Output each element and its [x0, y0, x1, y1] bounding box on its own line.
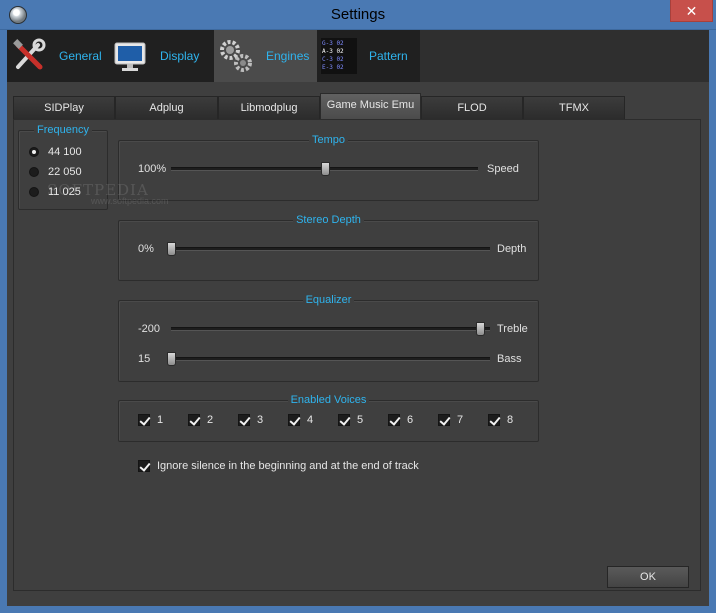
checkbox[interactable]: [138, 414, 150, 426]
voice-3-checkbox[interactable]: 3: [238, 414, 263, 426]
stereo-depth-title-text: Stereo Depth: [293, 214, 364, 226]
frequency-option-11025[interactable]: 11 025: [29, 186, 81, 198]
stereo-depth-group: Stereo Depth 0% Depth: [118, 214, 539, 281]
voice-1-checkbox[interactable]: 1: [138, 414, 163, 426]
tempo-group: Tempo 100% Speed: [118, 134, 539, 201]
stereo-depth-min-label: 0%: [138, 243, 154, 255]
voice-2-checkbox[interactable]: 2: [188, 414, 213, 426]
bass-label: Bass: [497, 353, 522, 365]
gears-icon: [220, 40, 252, 72]
voice-label: 8: [507, 414, 514, 426]
main-tab-display-label: Display: [160, 49, 200, 63]
stereo-depth-title: Stereo Depth: [119, 213, 538, 227]
voice-label: 6: [407, 414, 414, 426]
stereo-depth-label: Depth: [497, 243, 527, 255]
main-tab-display[interactable]: Display: [108, 30, 214, 82]
radio-label: 22 050: [48, 166, 82, 178]
tab-sidplay[interactable]: SIDPlay: [13, 96, 115, 119]
enabled-voices-title-text: Enabled Voices: [287, 394, 370, 406]
checkbox[interactable]: [138, 460, 150, 472]
engine-tab-bar: SIDPlay Adplug Libmodplug Game Music Emu…: [13, 93, 713, 120]
main-tab-pattern-label: Pattern: [369, 49, 408, 63]
pattern-icon-line: E-3 02: [322, 64, 344, 71]
voice-5-checkbox[interactable]: 5: [338, 414, 363, 426]
voice-label: 7: [457, 414, 464, 426]
pattern-icon-line: A-3 02: [322, 48, 344, 55]
equalizer-title-text: Equalizer: [302, 294, 355, 306]
tempo-title: Tempo: [119, 133, 538, 147]
tab-adplug[interactable]: Adplug: [115, 96, 218, 119]
checkbox[interactable]: [238, 414, 250, 426]
radio-label: 44 100: [48, 146, 82, 158]
tempo-min-label: 100%: [138, 163, 167, 175]
main-toolbar: General Display Engines G-3 02 A-3 02 C-…: [7, 30, 709, 82]
voice-6-checkbox[interactable]: 6: [388, 414, 413, 426]
voice-4-checkbox[interactable]: 4: [288, 414, 313, 426]
tempo-slider-thumb[interactable]: [320, 162, 330, 176]
tab-game-music-emu[interactable]: Game Music Emu: [320, 93, 421, 120]
treble-label: Treble: [497, 323, 528, 335]
treble-track[interactable]: [171, 327, 490, 331]
stereo-depth-slider-thumb[interactable]: [167, 242, 176, 256]
checkbox[interactable]: [188, 414, 200, 426]
voice-label: 1: [157, 414, 164, 426]
voice-8-checkbox[interactable]: 8: [488, 414, 513, 426]
main-tab-general[interactable]: General: [7, 30, 108, 82]
tempo-speed-label: Speed: [487, 163, 519, 175]
voice-label: 2: [207, 414, 214, 426]
radio-button[interactable]: [29, 167, 39, 177]
tab-tfmx[interactable]: TFMX: [523, 96, 625, 119]
voice-7-checkbox[interactable]: 7: [438, 414, 463, 426]
game-music-emu-panel: Frequency 44 100 22 050 11 025 Tempo 100…: [13, 119, 701, 591]
tab-libmodplug[interactable]: Libmodplug: [218, 96, 320, 119]
voice-label: 4: [307, 414, 314, 426]
frequency-title: Frequency: [19, 123, 107, 137]
ok-button[interactable]: OK: [607, 566, 689, 588]
equalizer-group: Equalizer -200 Treble 15 Bass: [118, 294, 539, 382]
voice-label: 5: [357, 414, 364, 426]
frequency-group: Frequency 44 100 22 050 11 025: [18, 124, 108, 210]
main-tab-engines[interactable]: Engines: [214, 30, 317, 82]
enabled-voices-group: Enabled Voices 1 2 3 4 5 6 7 8: [118, 394, 539, 442]
title-bar: Settings ✕: [0, 0, 716, 30]
main-tab-general-label: General: [59, 49, 102, 63]
checkbox[interactable]: [438, 414, 450, 426]
checkbox[interactable]: [288, 414, 300, 426]
ignore-silence-checkbox[interactable]: Ignore silence in the beginning and at t…: [138, 460, 419, 472]
bass-slider-thumb[interactable]: [167, 352, 176, 366]
main-tab-pattern[interactable]: G-3 02 A-3 02 C-3 02 E-3 02 Pattern: [317, 30, 420, 82]
bass-track[interactable]: [171, 357, 490, 361]
equalizer-title: Equalizer: [119, 293, 538, 307]
treble-slider-thumb[interactable]: [476, 322, 485, 336]
radio-label: 11 025: [48, 186, 81, 198]
frequency-title-text: Frequency: [34, 124, 92, 136]
main-tab-engines-label: Engines: [266, 49, 310, 63]
checkbox[interactable]: [388, 414, 400, 426]
pattern-icon-line: C-3 02: [322, 56, 344, 63]
close-button[interactable]: ✕: [670, 0, 713, 22]
frequency-option-44100[interactable]: 44 100: [29, 146, 82, 158]
stereo-depth-track[interactable]: [171, 247, 490, 251]
voice-label: 3: [257, 414, 264, 426]
checkbox[interactable]: [338, 414, 350, 426]
checkbox[interactable]: [488, 414, 500, 426]
tools-icon: [13, 38, 46, 70]
window-title: Settings: [330, 6, 386, 23]
tempo-title-text: Tempo: [308, 134, 349, 146]
radio-button[interactable]: [29, 187, 39, 197]
tab-flod[interactable]: FLOD: [421, 96, 523, 119]
ignore-silence-label: Ignore silence in the beginning and at t…: [157, 460, 419, 472]
bass-value-label: 15: [138, 353, 151, 365]
pattern-icon: G-3 02 A-3 02 C-3 02 E-3 02: [321, 38, 357, 74]
pattern-icon-line: G-3 02: [322, 40, 344, 47]
treble-value-label: -200: [138, 323, 161, 335]
radio-button[interactable]: [29, 147, 39, 157]
monitor-icon: [114, 42, 146, 71]
frequency-option-22050[interactable]: 22 050: [29, 166, 82, 178]
settings-client: General Display Engines G-3 02 A-3 02 C-…: [7, 30, 709, 606]
enabled-voices-title: Enabled Voices: [119, 393, 538, 407]
